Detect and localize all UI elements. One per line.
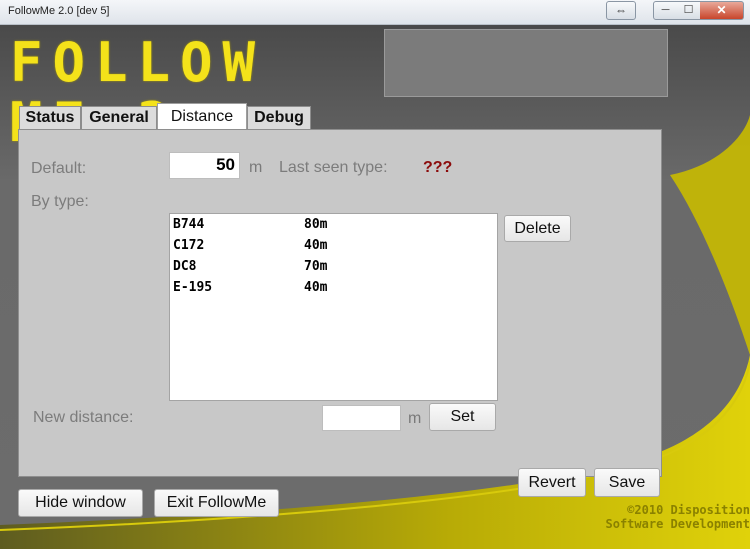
set-button[interactable]: Set xyxy=(429,403,496,431)
list-item-distance: 80m xyxy=(304,217,328,232)
minimize-button[interactable]: ─ xyxy=(653,1,678,20)
distance-panel: Default: 50 m Last seen type: ??? By typ… xyxy=(18,129,662,497)
exit-followme-button[interactable]: Exit FollowMe xyxy=(154,489,279,517)
default-distance-input[interactable]: 50 xyxy=(169,152,240,179)
restore-icon[interactable]: ⇔ xyxy=(606,1,636,20)
list-item[interactable]: DC8 70m xyxy=(170,256,497,277)
list-item-type: C172 xyxy=(173,238,205,253)
copyright-line-1: ©2010 Disposition xyxy=(627,503,750,517)
logo: FOLLOW ME 2 xyxy=(10,31,266,153)
title-bar[interactable]: FollowMe 2.0 [dev 5] ⇔ ─ ☐ ✕ xyxy=(0,0,750,25)
tab-status[interactable]: Status xyxy=(19,106,81,129)
copyright-text: ©2010 Disposition Software Development xyxy=(584,503,750,531)
maximize-button[interactable]: ☐ xyxy=(677,1,701,20)
default-label: Default: xyxy=(31,160,87,177)
delete-button[interactable]: Delete xyxy=(504,215,571,242)
type-distance-list[interactable]: B744 80m C172 40m DC8 70m E-195 40m xyxy=(169,213,498,401)
copyright-line-2: Software Development xyxy=(605,517,750,531)
list-item-distance: 70m xyxy=(304,259,328,274)
new-distance-input[interactable] xyxy=(322,405,401,431)
list-item[interactable]: B744 80m xyxy=(170,214,497,235)
new-distance-label: New distance: xyxy=(33,409,134,426)
close-button[interactable]: ✕ xyxy=(700,1,744,20)
window-title: FollowMe 2.0 [dev 5] xyxy=(8,5,110,17)
list-item-distance: 40m xyxy=(304,280,328,295)
list-item-type: DC8 xyxy=(173,259,197,274)
hide-window-button[interactable]: Hide window xyxy=(18,489,143,517)
last-seen-label: Last seen type: xyxy=(279,159,388,176)
app-body: FOLLOW ME 2 Status General Distance Debu… xyxy=(0,25,750,549)
list-item-distance: 40m xyxy=(304,238,328,253)
revert-button[interactable]: Revert xyxy=(518,468,586,497)
list-item[interactable]: C172 40m xyxy=(170,235,497,256)
list-item-type: E-195 xyxy=(173,280,213,295)
last-seen-value: ??? xyxy=(423,159,453,176)
list-item-type: B744 xyxy=(173,217,205,232)
tab-general[interactable]: General xyxy=(81,106,157,129)
tab-distance[interactable]: Distance xyxy=(157,103,247,130)
list-item[interactable]: E-195 40m xyxy=(170,277,497,298)
header-display-panel xyxy=(384,29,668,97)
tab-debug[interactable]: Debug xyxy=(247,106,311,129)
default-unit: m xyxy=(249,159,263,176)
new-distance-unit: m xyxy=(408,410,422,427)
by-type-label: By type: xyxy=(31,193,89,210)
save-button[interactable]: Save xyxy=(594,468,660,497)
